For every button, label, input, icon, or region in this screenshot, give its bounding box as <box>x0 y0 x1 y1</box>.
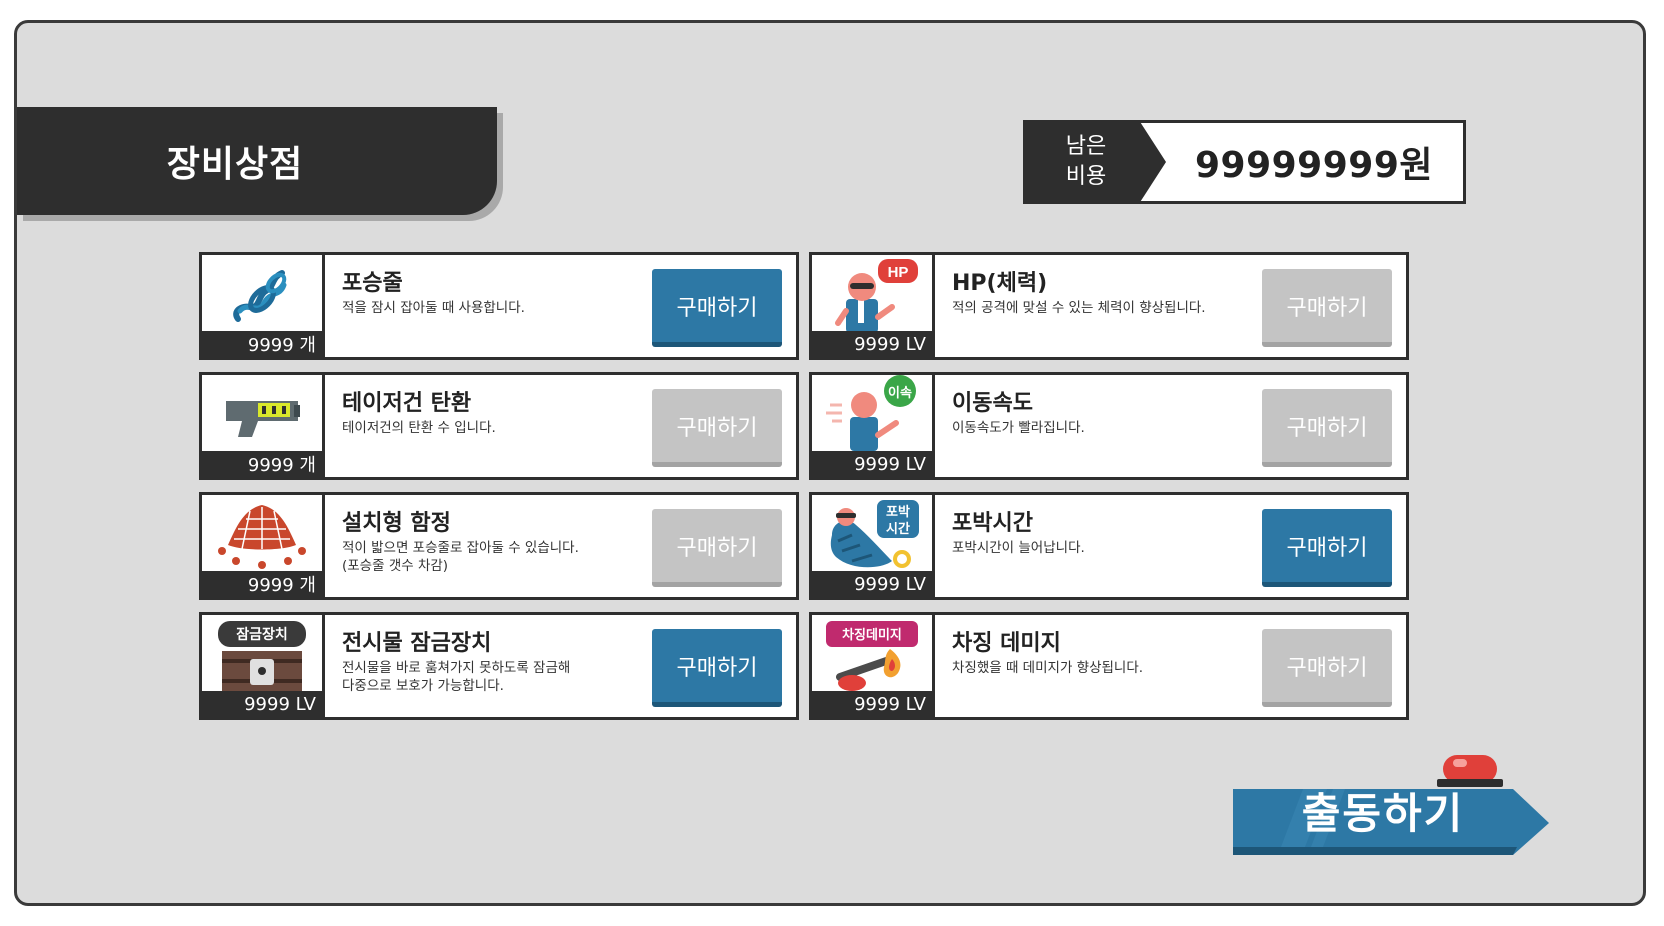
item-thumbnail: 9999 개 <box>202 255 325 357</box>
charge-damage-icon: 차징데미지 <box>826 621 918 691</box>
buy-button-move-speed[interactable]: 구매하기 <box>1262 389 1392 467</box>
item-count: 9999 LV <box>812 691 932 717</box>
item-card-move-speed: 이속 9999 LV 이동속도 이동속도가 빨라집니다. 구매하기 <box>809 372 1409 480</box>
item-thumbnail: 이속 9999 LV <box>812 375 935 477</box>
bind-time-icon: 포박 시간 <box>830 498 921 568</box>
item-description: 이동속도가 빨라집니다. <box>952 420 1085 436</box>
buy-button-rope[interactable]: 구매하기 <box>652 269 782 347</box>
deploy-button[interactable]: 출동하기 <box>1233 755 1553 855</box>
item-description: 차징했을 때 데미지가 향상됩니다. <box>952 660 1144 676</box>
shop-title-banner: 장비상점 <box>17 107 497 215</box>
rope-icon <box>233 270 287 322</box>
item-count: 9999 개 <box>202 451 322 477</box>
item-card-hp: HP 9999 LV HP(체력) 적의 공격에 맞설 수 있는 체력이 향상됩… <box>809 252 1409 360</box>
item-name: 포박시간 <box>952 511 1033 536</box>
item-count: 9999 개 <box>202 571 322 597</box>
svg-text:포박: 포박 <box>886 504 910 520</box>
speed-icon: 이속 <box>826 375 916 451</box>
svg-text:시간: 시간 <box>886 521 910 537</box>
item-count: 9999 개 <box>202 331 322 357</box>
item-name: 포승줄 <box>342 271 403 296</box>
budget-label: 남은 비용 <box>1026 123 1166 201</box>
buy-button-charge-damage[interactable]: 구매하기 <box>1262 629 1392 707</box>
item-description: 적이 밟으면 포승줄로 잡아둘 수 있습니다. (포승줄 갯수 차감) <box>342 540 579 574</box>
item-card-rope: 9999 개 포승줄 적을 잠시 잡아둘 때 사용합니다. 구매하기 <box>199 252 799 360</box>
hp-icon: HP <box>835 259 918 333</box>
shop-title: 장비상점 <box>166 144 304 185</box>
item-name: 이동속도 <box>952 391 1033 416</box>
item-name: 설치형 함정 <box>342 511 451 536</box>
budget-value: 99999999원 <box>1194 145 1433 186</box>
item-description: 포박시간이 늘어납니다. <box>952 540 1085 556</box>
buy-button-exhibit-lock[interactable]: 구매하기 <box>652 629 782 707</box>
buy-button-bind-time[interactable]: 구매하기 <box>1262 509 1392 587</box>
taser-icon <box>226 401 300 437</box>
net-trap-icon <box>218 505 306 569</box>
svg-text:차징데미지: 차징데미지 <box>842 627 902 643</box>
buy-button-hp[interactable]: 구매하기 <box>1262 269 1392 347</box>
svg-text:HP: HP <box>888 264 909 281</box>
item-thumbnail: 9999 개 <box>202 495 325 597</box>
budget-panel: 남은 비용 99999999원 <box>1023 120 1466 204</box>
buy-button-taser-ammo[interactable]: 구매하기 <box>652 389 782 467</box>
item-name: HP(체력) <box>952 271 1048 296</box>
item-count: 9999 LV <box>812 451 932 477</box>
buy-button-net-trap[interactable]: 구매하기 <box>652 509 782 587</box>
item-name: 전시물 잠금장치 <box>342 631 492 656</box>
item-count: 9999 LV <box>202 691 322 717</box>
item-card-net-trap: 9999 개 설치형 함정 적이 밟으면 포승줄로 잡아둘 수 있습니다. (포승… <box>199 492 799 600</box>
item-card-bind-time: 포박 시간 9999 LV 포박시간 포박시간이 늘어납니다. 구매하기 <box>809 492 1409 600</box>
item-name: 테이저건 탄환 <box>342 391 472 416</box>
item-thumbnail: HP 9999 LV <box>812 255 935 357</box>
item-thumbnail: 잠금장치 9999 LV <box>202 615 325 717</box>
item-description: 적을 잠시 잡아둘 때 사용합니다. <box>342 300 525 316</box>
item-count: 9999 LV <box>812 331 932 357</box>
item-card-charge-damage: 차징데미지 9999 LV 차징 데미지 차징했을 때 데미지가 향상됩니다. … <box>809 612 1409 720</box>
item-card-taser-ammo: 9999 개 테이저건 탄환 테이저건의 탄환 수 입니다. 구매하기 <box>199 372 799 480</box>
item-thumbnail: 차징데미지 9999 LV <box>812 615 935 717</box>
game-shop-frame: 장비상점 남은 비용 99999999원 9999 개 포승줄 적을 잠시 잡아둘… <box>14 20 1646 906</box>
item-name: 차징 데미지 <box>952 631 1061 656</box>
svg-text:잠금장치: 잠금장치 <box>236 626 288 643</box>
item-thumbnail: 포박 시간 9999 LV <box>812 495 935 597</box>
item-description: 적의 공격에 맞설 수 있는 체력이 향상됩니다. <box>952 300 1206 316</box>
item-description: 테이저건의 탄환 수 입니다. <box>342 420 496 436</box>
item-description: 전시물을 바로 훔쳐가지 못하도록 잠금해 다중으로 보호가 가능합니다. <box>342 660 571 694</box>
lock-device-icon: 잠금장치 <box>218 621 306 691</box>
deploy-label: 출동하기 <box>1301 788 1465 838</box>
item-count: 9999 LV <box>812 571 932 597</box>
svg-text:이속: 이속 <box>888 385 912 401</box>
item-card-exhibit-lock: 잠금장치 9999 LV 전시물 잠금장치 전시물을 바로 훔쳐가지 못하도록 … <box>199 612 799 720</box>
item-thumbnail: 9999 개 <box>202 375 325 477</box>
